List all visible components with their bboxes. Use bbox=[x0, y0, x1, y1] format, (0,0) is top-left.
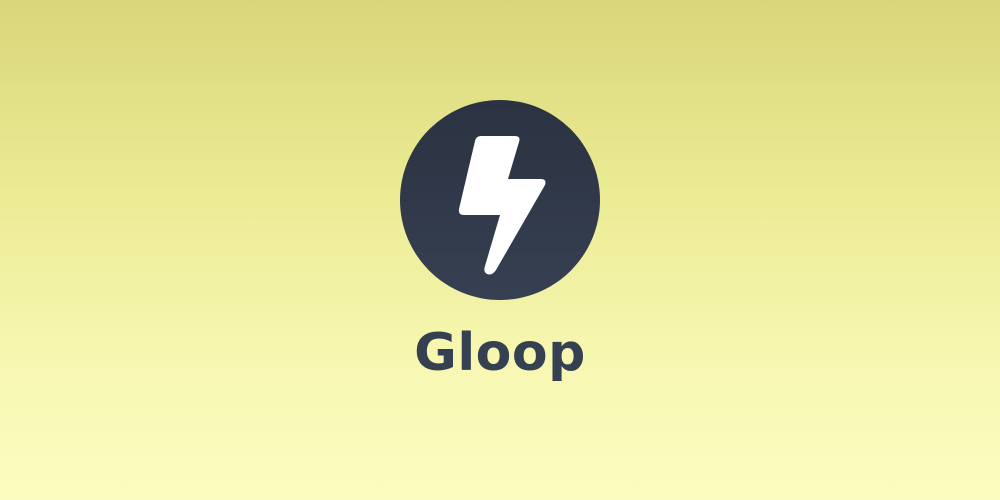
splash-screen: Gloop bbox=[0, 0, 1000, 500]
lightning-bolt-icon bbox=[458, 136, 546, 275]
app-name: Gloop bbox=[414, 323, 586, 383]
app-logo bbox=[400, 100, 600, 300]
